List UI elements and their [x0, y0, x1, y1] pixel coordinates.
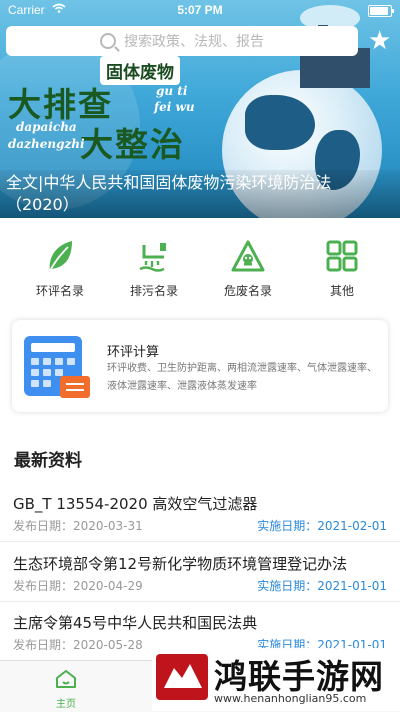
category-label: 危废名录 [223, 284, 272, 298]
poster-pinyin: fei wu [154, 100, 195, 114]
banner-caption[interactable]: 全文|中华人民共和国固体废物污染环境防治法（2020） [0, 170, 400, 218]
watermark-logo [156, 654, 208, 700]
section-title: 最新资料 [14, 451, 82, 471]
item-title: 生态环境部令第12号新化学物质环境管理登记办法 [13, 555, 348, 573]
item-publish-date: 发布日期：2020-03-31 [13, 519, 143, 533]
watermark-url: www.henanhonglian95.com [214, 692, 367, 705]
poster-pinyin: dazhengzhi [8, 137, 85, 151]
item-title: 主席令第45号中华人民共和国民法典 [13, 614, 258, 632]
tab-home-label: 主页 [56, 699, 76, 710]
category-grid: 环评名录 排污名录 危废名录 其他 [0, 236, 400, 300]
item-effective-date: 实施日期：2021-01-01 [257, 579, 387, 593]
home-icon [55, 670, 77, 693]
list-item[interactable]: 生态环境部令第12号新化学物质环境管理登记办法 发布日期：2020-04-29 … [0, 553, 400, 602]
discharge-icon [114, 236, 194, 276]
category-label: 排污名录 [129, 284, 178, 298]
status-time: 5:07 PM [177, 3, 223, 17]
calc-card[interactable]: 环评计算 环评收费、卫生防护距离、两相流泄露速率、气体泄露速率、液体泄露速率、泄… [12, 320, 388, 412]
watermark: 鸿联手游网 www.henanhonglian95.com [152, 648, 400, 711]
poster-title-dazheng: 大整治 [80, 125, 185, 164]
battery-icon [368, 5, 394, 17]
calc-card-title: 环评计算 [107, 345, 160, 360]
tab-home[interactable]: 主页 [42, 669, 90, 710]
category-item-other[interactable]: 其他 [302, 236, 382, 299]
poster-pinyin: dapaicha [16, 120, 77, 134]
category-label: 其他 [329, 284, 354, 298]
category-label: 环评名录 [35, 284, 84, 298]
item-effective-date: 实施日期：2021-02-01 [257, 519, 387, 533]
hazard-icon [208, 236, 288, 276]
watermark-text: 鸿联手游网 [214, 657, 384, 696]
list-item[interactable]: GB_T 13554-2020 高效空气过滤器 发布日期：2020-03-31 … [0, 493, 400, 542]
item-publish-date: 发布日期：2020-04-29 [13, 579, 143, 593]
category-item-hp[interactable]: 环评名录 [20, 236, 100, 299]
item-title: GB_T 13554-2020 高效空气过滤器 [13, 495, 258, 513]
search-placeholder: 搜索政策、法规、报告 [124, 34, 264, 50]
item-publish-date: 发布日期：2020-05-28 [13, 638, 143, 652]
search-input[interactable]: 搜索政策、法规、报告 [6, 26, 358, 56]
status-bar: Carrier 5:07 PM [0, 0, 400, 20]
calc-card-desc: 环评收费、卫生防护距离、两相流泄露速率、气体泄露速率、液体泄露速率、泄露液体蒸发… [107, 363, 377, 392]
search-icon [100, 33, 116, 49]
category-item-wf[interactable]: 危废名录 [208, 236, 288, 299]
leaf-icon [20, 236, 100, 276]
calculator-icon [24, 336, 90, 398]
grid-icon [302, 236, 382, 276]
star-icon[interactable]: ★ [368, 26, 391, 56]
category-item-pw[interactable]: 排污名录 [114, 236, 194, 299]
poster-pinyin: gu ti [156, 84, 188, 98]
